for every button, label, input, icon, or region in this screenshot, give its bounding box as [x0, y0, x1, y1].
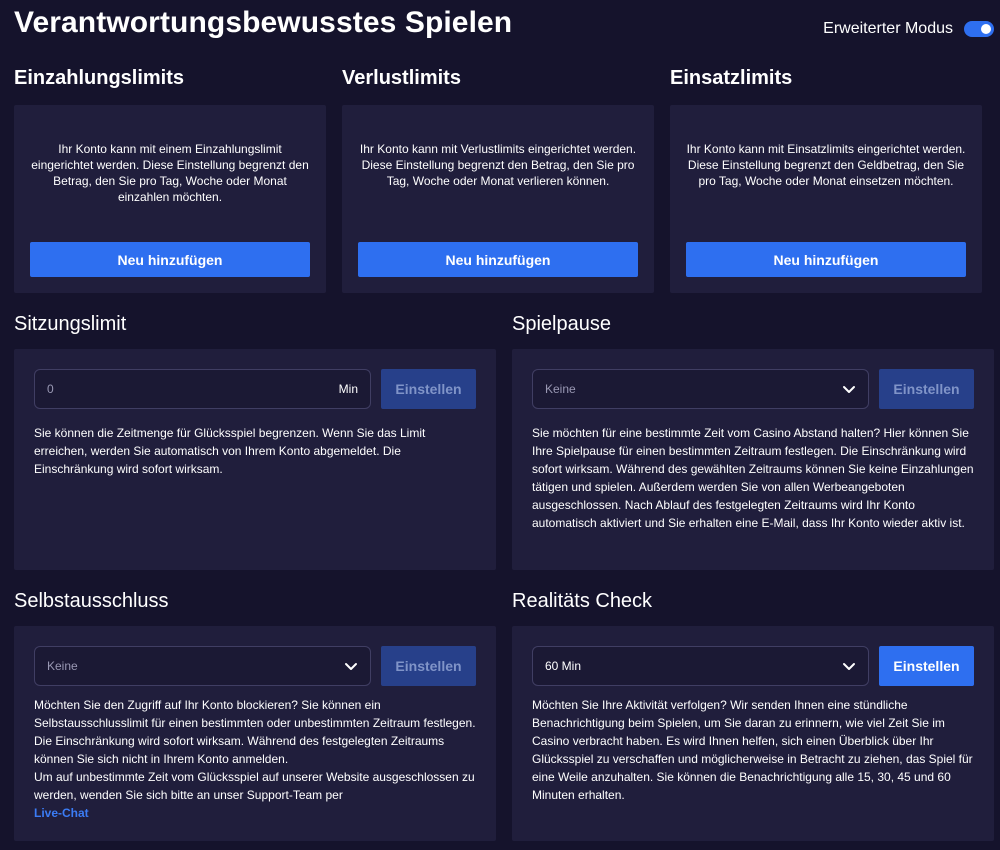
loss-limits-title: Verlustlimits: [342, 67, 461, 89]
deposit-limits-card: Ihr Konto kann mit einem Einzahlungslimi…: [14, 105, 326, 293]
chevron-down-icon: [345, 663, 357, 670]
self-exclusion-text: Möchten Sie den Zugriff auf Ihr Konto bl…: [34, 698, 476, 766]
live-chat-link[interactable]: Live-Chat: [34, 806, 89, 820]
reality-check-title: Realitäts Check: [512, 590, 653, 612]
switch-knob: [981, 24, 991, 34]
chevron-down-icon: [843, 663, 855, 670]
game-pause-card: Keine Einstellen Sie möchten für eine be…: [512, 349, 994, 570]
session-limit-input[interactable]: 0 Min: [34, 369, 371, 409]
wager-limits-card: Ihr Konto kann mit Einsatzlimits eingeri…: [670, 105, 982, 293]
self-exclusion-set-button[interactable]: Einstellen: [381, 646, 476, 686]
session-limit-value: 0: [47, 382, 54, 396]
game-pause-select[interactable]: Keine: [532, 369, 869, 409]
loss-limits-card: Ihr Konto kann mit Verlustlimits eingeri…: [342, 105, 654, 293]
reality-check-card: 60 Min Einstellen Möchten Sie Ihre Aktiv…: [512, 626, 994, 841]
advanced-mode-label: Erweiterter Modus: [823, 20, 953, 37]
game-pause-title: Spielpause: [512, 313, 611, 335]
page-title: Verantwortungsbewusstes Spielen: [14, 6, 513, 39]
reality-check-description: Möchten Sie Ihre Aktivität verfolgen? Wi…: [532, 698, 973, 802]
session-limit-description: Sie können die Zeitmenge für Glücksspiel…: [34, 426, 426, 476]
self-exclusion-select[interactable]: Keine: [34, 646, 371, 686]
reality-check-select-value: 60 Min: [545, 659, 582, 673]
chevron-down-icon: [843, 386, 855, 393]
self-exclusion-card: Keine Einstellen Möchten Sie den Zugriff…: [14, 626, 496, 841]
session-limit-card: 0 Min Einstellen Sie können die Zeitmeng…: [14, 349, 496, 570]
wager-limits-text: Ihr Konto kann mit Einsatzlimits eingeri…: [686, 142, 966, 188]
self-exclusion-description: Möchten Sie den Zugriff auf Ihr Konto bl…: [34, 696, 476, 822]
game-pause-description: Sie möchten für eine bestimmte Zeit vom …: [532, 426, 974, 530]
session-limit-set-button[interactable]: Einstellen: [381, 369, 476, 409]
game-pause-set-button[interactable]: Einstellen: [879, 369, 974, 409]
loss-limits-add-button[interactable]: Neu hinzufügen: [358, 242, 638, 277]
self-exclusion-title: Selbstausschluss: [14, 590, 169, 612]
reality-check-select[interactable]: 60 Min: [532, 646, 869, 686]
session-limit-title: Sitzungslimit: [14, 313, 127, 335]
deposit-limits-add-button[interactable]: Neu hinzufügen: [30, 242, 310, 277]
reality-check-set-button[interactable]: Einstellen: [879, 646, 974, 686]
advanced-mode-switch[interactable]: [964, 21, 994, 37]
session-limit-unit: Min: [338, 382, 358, 396]
loss-limits-text: Ihr Konto kann mit Verlustlimits eingeri…: [359, 142, 637, 188]
wager-limits-add-button[interactable]: Neu hinzufügen: [686, 242, 966, 277]
self-exclusion-select-value: Keine: [47, 659, 78, 673]
self-exclusion-text-2: Um auf unbestimmte Zeit vom Glücksspiel …: [34, 770, 475, 802]
game-pause-select-value: Keine: [545, 382, 576, 396]
advanced-mode-toggle[interactable]: Erweiterter Modus: [823, 20, 994, 38]
wager-limits-title: Einsatzlimits: [670, 67, 793, 89]
deposit-limits-title: Einzahlungslimits: [14, 67, 185, 89]
deposit-limits-text: Ihr Konto kann mit einem Einzahlungslimi…: [31, 142, 309, 204]
